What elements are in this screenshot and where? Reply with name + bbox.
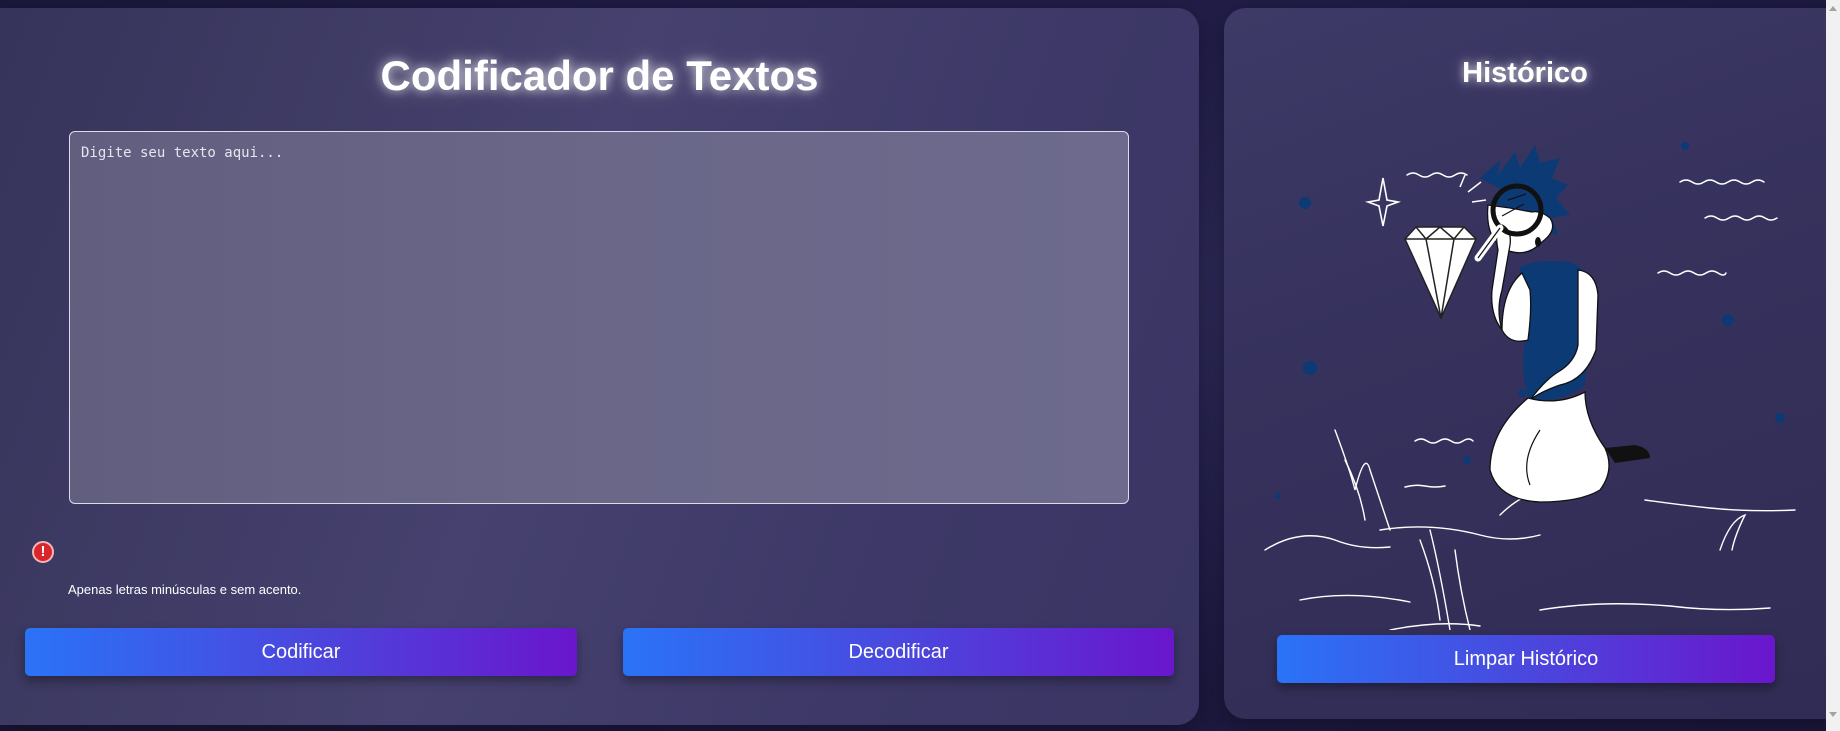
page-title: Codificador de Textos (380, 52, 819, 99)
sparkle-icon (1364, 177, 1402, 227)
clear-history-button[interactable]: Limpar Histórico (1277, 635, 1775, 683)
scroll-down-icon[interactable] (1829, 712, 1837, 717)
exclamation-circle-icon: ! (32, 541, 54, 563)
scroll-up-icon[interactable] (1829, 6, 1837, 11)
scrollbar[interactable] (1826, 0, 1840, 731)
decode-button[interactable]: Decodificar (623, 628, 1174, 676)
person-with-magnifier-illustration (1264, 142, 1796, 630)
history-title: Histórico (1462, 57, 1588, 89)
diamond-icon (1404, 226, 1477, 320)
warning-text: Apenas letras minúsculas e sem acento. (68, 582, 302, 597)
person-figure (1474, 145, 1650, 503)
text-input[interactable] (69, 131, 1129, 504)
encode-button[interactable]: Codificar (25, 628, 577, 676)
